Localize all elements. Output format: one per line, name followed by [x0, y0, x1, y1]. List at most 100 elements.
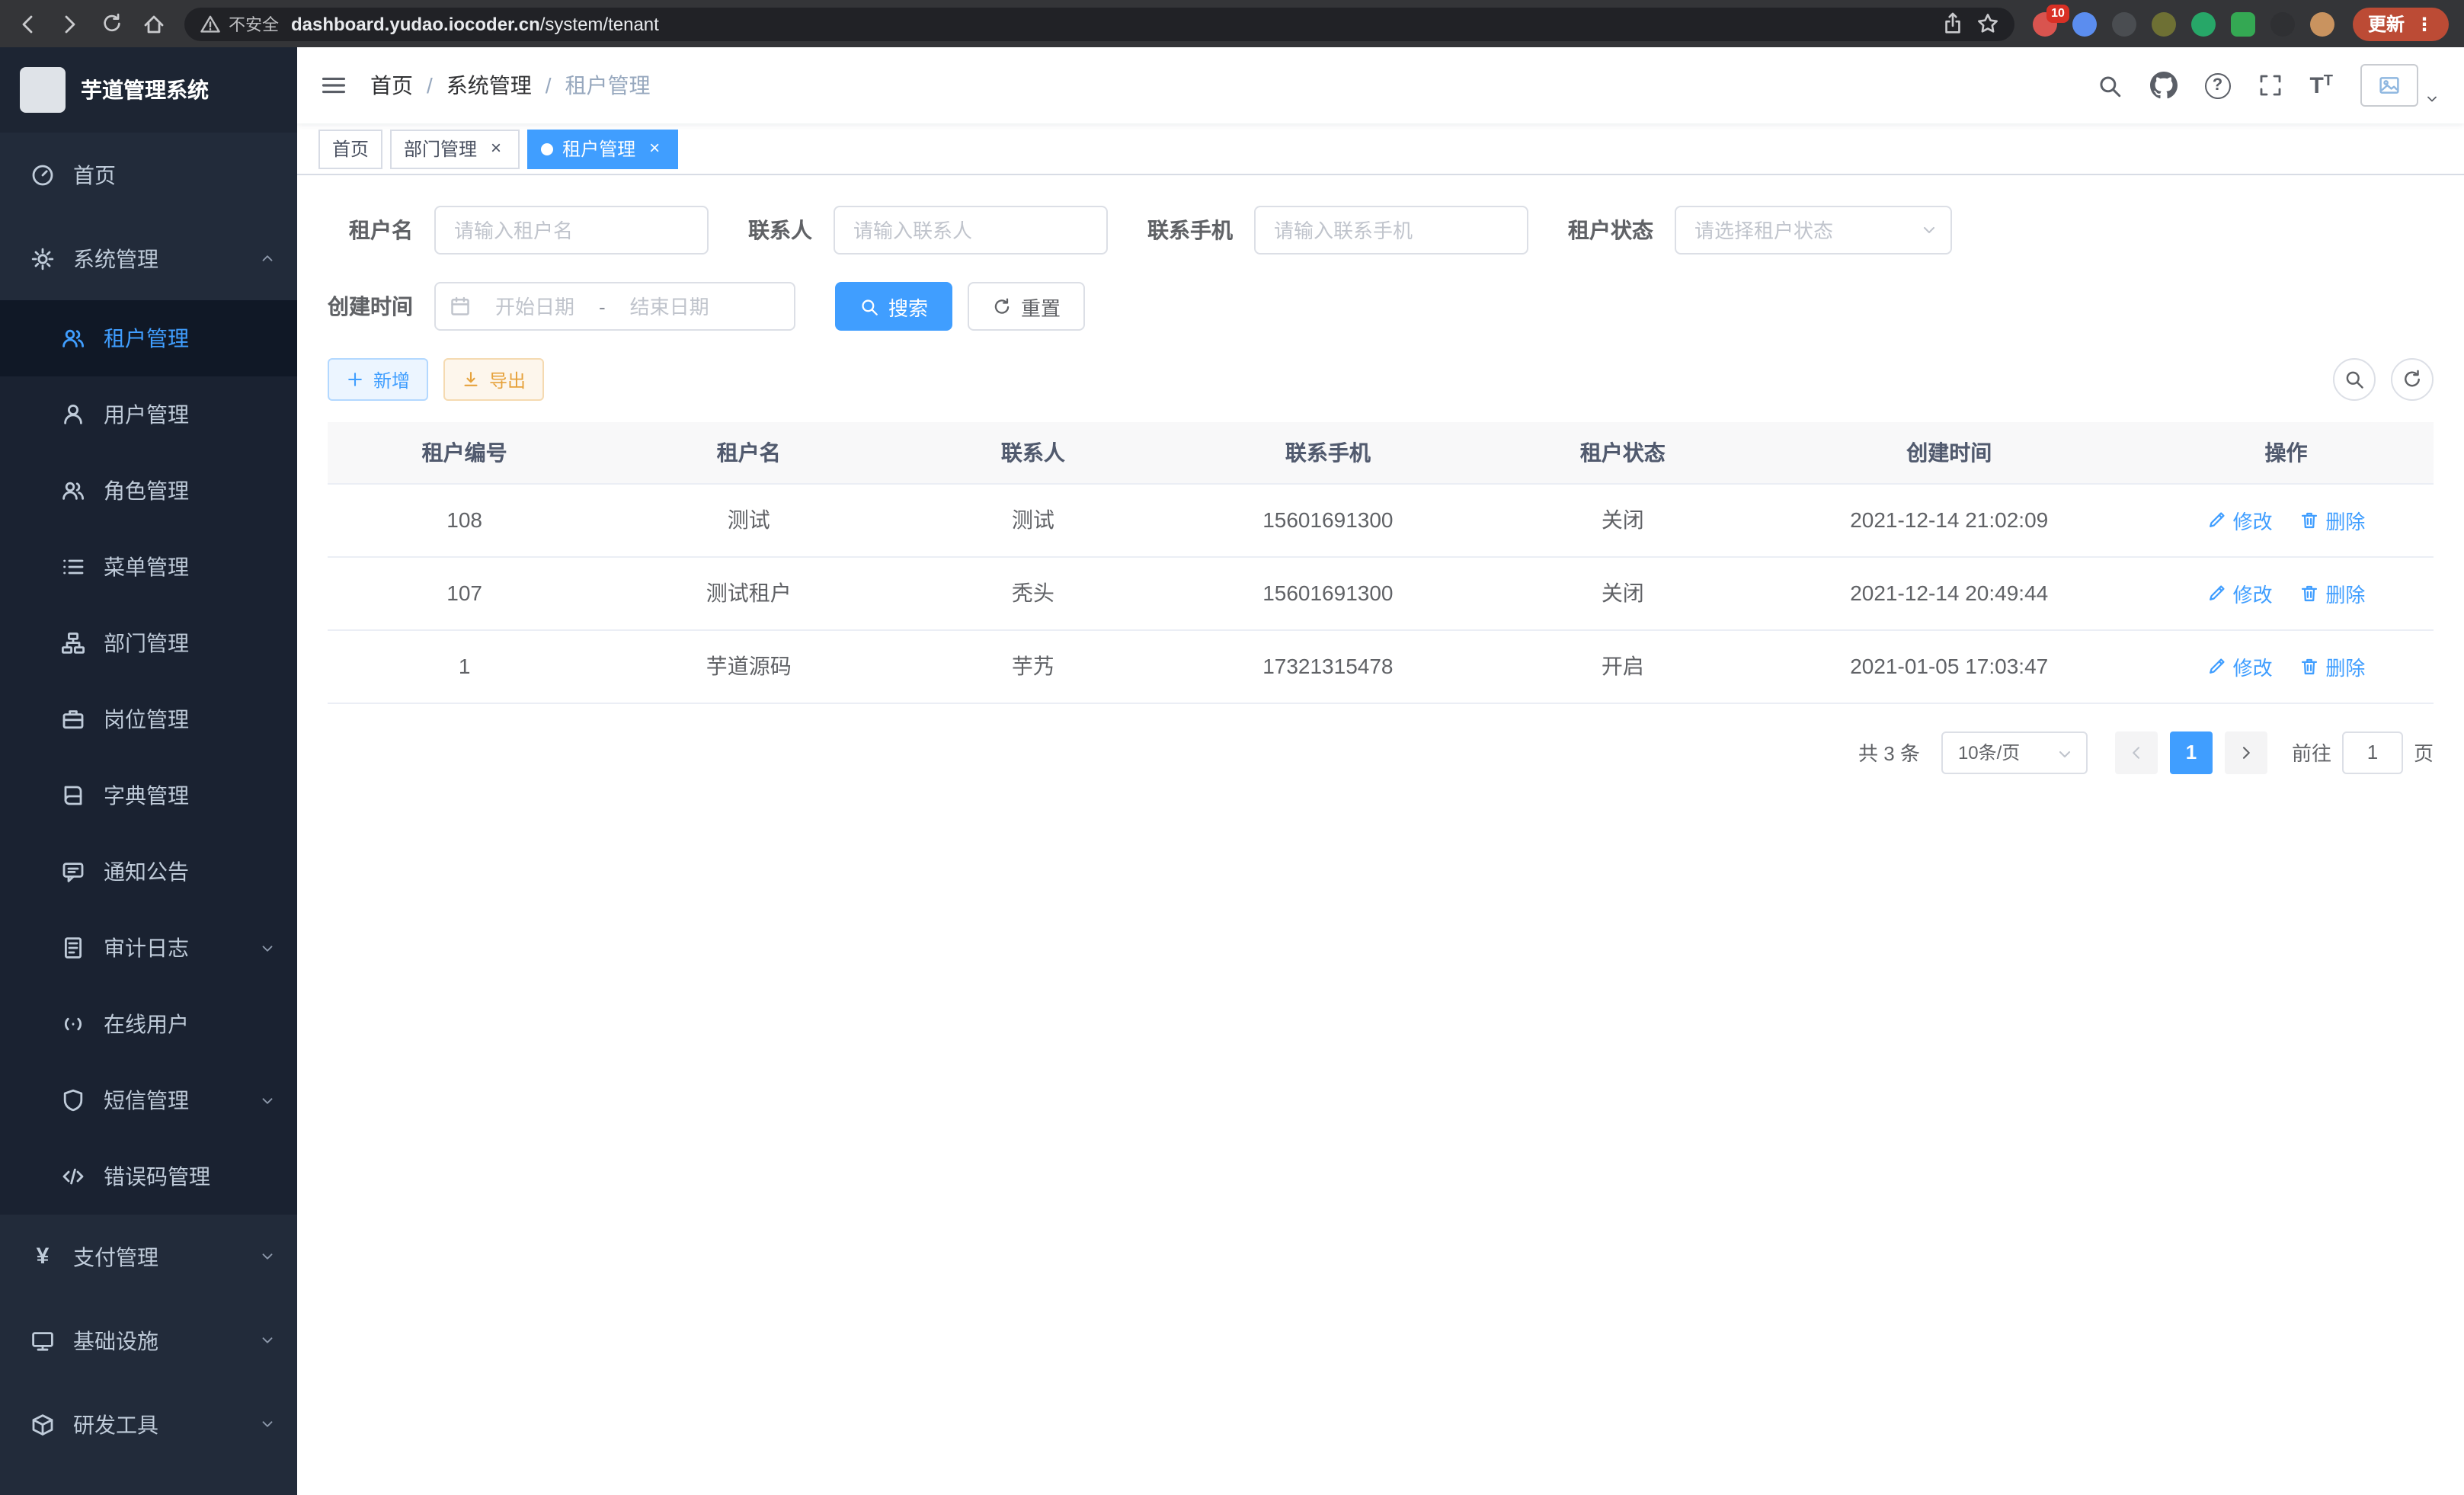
edit-button[interactable]: 修改 — [2207, 505, 2273, 534]
sidebar-item-notice[interactable]: 通知公告 — [0, 834, 297, 910]
edit-button[interactable]: 修改 — [2207, 578, 2273, 607]
fullscreen-icon[interactable] — [2258, 73, 2282, 98]
goto-page-input[interactable] — [2342, 731, 2403, 773]
breadcrumb: 首页 / 系统管理 / 租户管理 — [370, 70, 651, 101]
filter-form-row-1: 租户名 联系人 联系手机 租户状态 — [328, 206, 2434, 255]
status-select-input[interactable] — [1675, 206, 1952, 255]
chat-icon — [61, 860, 85, 884]
tag-home[interactable]: 首页 — [318, 129, 382, 168]
browser-reload-icon[interactable] — [101, 12, 123, 35]
browser-profile-avatar[interactable] — [2310, 11, 2334, 36]
refresh-icon — [2402, 369, 2423, 390]
page-number-button[interactable]: 1 — [2170, 731, 2213, 773]
plus-icon — [346, 370, 364, 389]
sidebar-item-dept[interactable]: 部门管理 — [0, 605, 297, 681]
filter-contact: 联系人 — [748, 206, 1108, 255]
bookmark-star-icon[interactable] — [1976, 12, 1999, 35]
total-count: 共 3 条 — [1858, 738, 1920, 767]
col-actions: 操作 — [2139, 422, 2434, 483]
extension-icon[interactable] — [2072, 11, 2097, 36]
reset-button[interactable]: 重置 — [968, 282, 1085, 331]
sidebar-item-dict[interactable]: 字典管理 — [0, 757, 297, 834]
sidebar-item-sms[interactable]: 短信管理 — [0, 1062, 297, 1138]
user-icon — [61, 402, 85, 427]
extension-icon[interactable] — [2270, 11, 2295, 36]
browser-back-icon[interactable] — [15, 11, 40, 36]
sidebar-item-tenant[interactable]: 租户管理 — [0, 300, 297, 376]
contact-input[interactable] — [834, 206, 1108, 255]
close-icon[interactable]: × — [486, 139, 506, 158]
user-menu[interactable] — [2360, 64, 2440, 107]
logo: 芋道管理系统 — [0, 47, 297, 133]
breadcrumb-system[interactable]: 系统管理 — [446, 70, 532, 101]
toggle-search-button[interactable] — [2333, 358, 2376, 401]
filter-status: 租户状态 — [1568, 206, 1952, 255]
tag-dept[interactable]: 部门管理 × — [390, 129, 520, 168]
browser-forward-icon[interactable] — [58, 11, 82, 36]
next-page-button[interactable] — [2225, 731, 2267, 773]
sidebar-item-user[interactable]: 用户管理 — [0, 376, 297, 453]
delete-button[interactable]: 删除 — [2299, 651, 2365, 680]
page-jumper: 前往 页 — [2292, 731, 2434, 773]
help-icon[interactable]: ? — [2204, 72, 2230, 98]
delete-button[interactable]: 删除 — [2299, 505, 2365, 534]
extension-icon[interactable] — [2231, 11, 2255, 36]
prev-page-button[interactable] — [2115, 731, 2158, 773]
breadcrumb-home[interactable]: 首页 — [370, 70, 413, 101]
delete-button[interactable]: 删除 — [2299, 578, 2365, 607]
search-icon[interactable] — [2096, 72, 2122, 98]
main-content: 租户名 联系人 联系手机 租户状态 创建时间 — [297, 175, 2464, 1495]
col-mobile: 联系手机 — [1170, 422, 1486, 483]
sidebar-item-home[interactable]: 首页 — [0, 133, 297, 216]
chevron-right-icon — [2237, 743, 2255, 761]
date-range-picker[interactable]: - — [434, 282, 795, 331]
app-title: 芋道管理系统 — [81, 75, 209, 105]
sidebar-item-role[interactable]: 角色管理 — [0, 453, 297, 529]
avatar[interactable] — [2360, 64, 2418, 107]
extension-icon[interactable]: 10 — [2033, 11, 2057, 36]
sidebar-item-online-user[interactable]: 在线用户 — [0, 986, 297, 1062]
refresh-table-button[interactable] — [2391, 358, 2434, 401]
sidebar-item-menu[interactable]: 菜单管理 — [0, 529, 297, 605]
sidebar-item-error-code[interactable]: 错误码管理 — [0, 1138, 297, 1215]
extension-icon[interactable] — [2152, 11, 2176, 36]
sidebar-item-post[interactable]: 岗位管理 — [0, 681, 297, 757]
mobile-input[interactable] — [1254, 206, 1528, 255]
sidebar-item-system[interactable]: 系统管理 — [0, 216, 297, 300]
table-row: 1 芋道源码 芋艿 17321315478 开启 2021-01-05 17:0… — [328, 629, 2434, 703]
close-icon[interactable]: × — [645, 139, 664, 158]
chevron-down-icon — [259, 1332, 276, 1349]
box-icon — [30, 1412, 55, 1436]
share-icon[interactable] — [1941, 12, 1964, 35]
browser-home-icon[interactable] — [142, 11, 166, 36]
monitor-icon — [30, 1328, 55, 1353]
sidebar-collapse-icon[interactable] — [297, 72, 370, 99]
sidebar-item-audit-log[interactable]: 审计日志 — [0, 910, 297, 986]
browser-toolbar: 不安全 dashboard.yudao.iocoder.cn/system/te… — [0, 0, 2464, 47]
sidebar-item-infra[interactable]: 基础设施 — [0, 1298, 297, 1382]
chevron-left-icon — [2127, 743, 2146, 761]
address-bar[interactable]: 不安全 dashboard.yudao.iocoder.cn/system/te… — [184, 7, 2014, 40]
col-tenant-name: 租户名 — [601, 422, 896, 483]
browser-update-button[interactable]: 更新 ⋮ — [2353, 7, 2449, 40]
extension-icon[interactable] — [2112, 11, 2136, 36]
extension-icon[interactable] — [2191, 11, 2216, 36]
sidebar-item-devtools[interactable]: 研发工具 — [0, 1382, 297, 1466]
download-icon — [462, 370, 480, 389]
security-chip[interactable]: 不安全 — [200, 11, 279, 36]
github-icon[interactable] — [2149, 72, 2177, 99]
sidebar-item-payment[interactable]: ¥ 支付管理 — [0, 1215, 297, 1298]
status-select[interactable] — [1675, 206, 1952, 255]
edit-button[interactable]: 修改 — [2207, 651, 2273, 680]
start-date-input[interactable] — [478, 295, 591, 318]
tenant-name-input[interactable] — [434, 206, 709, 255]
add-button[interactable]: 新增 — [328, 358, 428, 401]
font-size-icon[interactable]: TT — [2309, 74, 2333, 97]
browser-menu-icon[interactable]: ⋮ — [2415, 13, 2434, 34]
search-button[interactable]: 搜索 — [835, 282, 952, 331]
page-size-select[interactable]: 10条/页 — [1941, 731, 2088, 773]
end-date-input[interactable] — [613, 295, 726, 318]
refresh-icon — [992, 296, 1012, 316]
tag-tenant[interactable]: 租户管理 × — [527, 129, 678, 168]
export-button[interactable]: 导出 — [443, 358, 544, 401]
